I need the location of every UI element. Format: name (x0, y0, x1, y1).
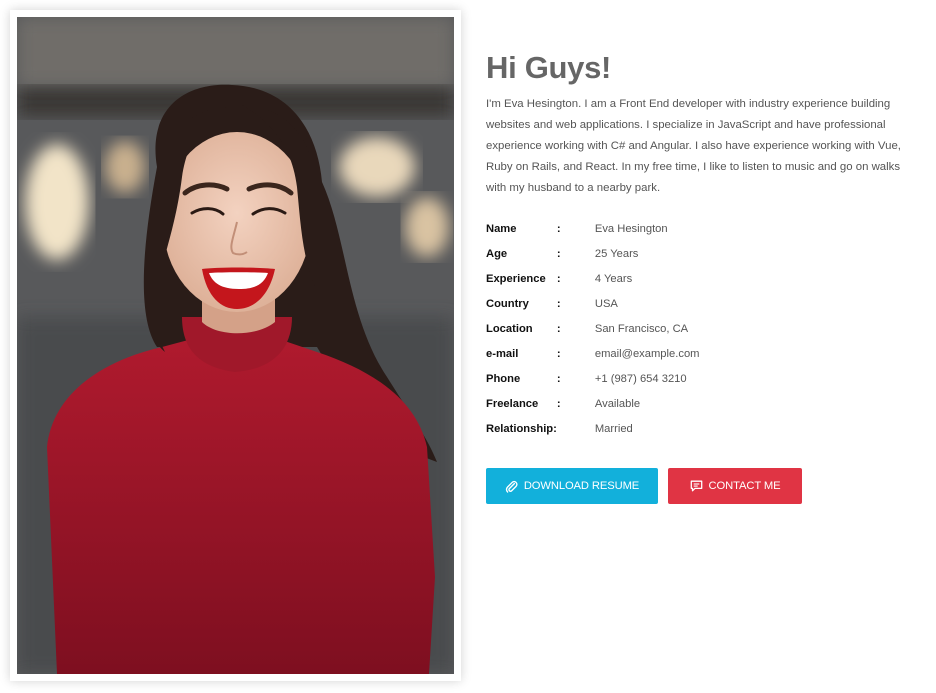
info-row: Freelance: Available (486, 391, 699, 416)
info-row: Experience: 4 Years (486, 266, 699, 291)
info-label: Phone (486, 372, 521, 385)
download-resume-button[interactable]: DOWNLOAD RESUME (486, 468, 658, 504)
info-row: Country: USA (486, 291, 699, 316)
info-colon: : (556, 222, 561, 235)
profile-photo-frame (10, 10, 461, 681)
info-row: Age: 25 Years (486, 241, 699, 266)
action-buttons: DOWNLOAD RESUME CONTACT ME (486, 468, 922, 504)
info-colon: : (556, 372, 561, 385)
info-row: Name: Eva Hesington (486, 216, 699, 241)
message-icon (690, 480, 702, 492)
info-value: Married (594, 422, 633, 435)
info-colon: : (556, 297, 561, 310)
info-label: e-mail (486, 347, 519, 360)
info-colon: : (556, 247, 561, 260)
info-row: e-mail: email@example.com (486, 341, 699, 366)
contact-me-button[interactable]: CONTACT ME (668, 468, 802, 504)
info-colon: : (556, 347, 561, 360)
paperclip-icon (505, 480, 518, 493)
info-row: Phone: +1 (987) 654 3210 (486, 366, 699, 391)
info-value: 4 Years (594, 272, 633, 285)
profile-photo (17, 17, 454, 674)
info-colon (557, 416, 595, 441)
info-value: San Francisco, CA (594, 322, 689, 335)
info-label: Name (486, 222, 517, 235)
info-label: Age (486, 247, 508, 260)
page-title: Hi Guys! (486, 50, 612, 85)
info-label: Freelance (486, 397, 539, 410)
download-resume-label: DOWNLOAD RESUME (523, 480, 640, 492)
info-row: Location: San Francisco, CA (486, 316, 699, 341)
info-value: USA (594, 297, 618, 310)
info-label: Country (486, 297, 529, 310)
info-table: Name: Eva Hesington Age: 25 Years Experience… (486, 216, 699, 441)
info-row: Relationship: Married (486, 416, 699, 441)
contact-me-label: CONTACT ME (708, 480, 781, 492)
info-label: Location (486, 322, 533, 335)
info-value: +1 (987) 654 3210 (594, 372, 687, 385)
info-label: Experience (486, 272, 546, 285)
info-colon: : (556, 272, 561, 285)
info-value: email@example.com (594, 347, 700, 360)
bio-text: I'm Eva Hesington. I am a Front End deve… (486, 98, 901, 194)
info-value: Available (594, 397, 641, 410)
info-label: Relationship: (486, 422, 557, 435)
info-colon: : (556, 397, 561, 410)
info-colon: : (556, 322, 561, 335)
info-value: Eva Hesington (594, 222, 668, 235)
about-section: Hi Guys! I'm Eva Hesington. I am a Front… (486, 48, 922, 504)
info-value: 25 Years (594, 247, 639, 260)
